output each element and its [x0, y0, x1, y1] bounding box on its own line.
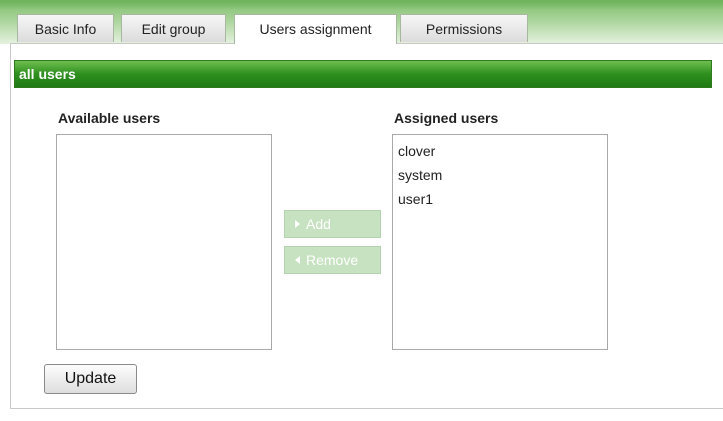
tab-edit-group[interactable]: Edit group [121, 14, 226, 42]
assigned-user-item[interactable]: user1 [397, 187, 603, 211]
assigned-user-item[interactable]: system [397, 163, 603, 187]
assigned-users-label: Assigned users [394, 110, 499, 126]
assigned-users-list[interactable]: clover system user1 [392, 134, 608, 350]
tab-permissions[interactable]: Permissions [400, 14, 528, 42]
section-header: all users [14, 60, 712, 88]
remove-button[interactable]: Remove [284, 246, 381, 274]
available-users-label: Available users [58, 110, 161, 126]
triangle-left-icon [295, 256, 300, 265]
add-button[interactable]: Add [284, 210, 381, 238]
triangle-right-icon [295, 220, 300, 229]
available-users-list[interactable] [56, 134, 272, 350]
remove-button-label: Remove [306, 252, 359, 268]
assigned-user-item[interactable]: clover [397, 139, 603, 163]
update-button[interactable]: Update [44, 364, 137, 394]
add-button-label: Add [306, 216, 331, 232]
tab-bar: Basic Info Edit group Users assignment P… [0, 0, 723, 44]
tab-basic-info[interactable]: Basic Info [17, 14, 114, 42]
tab-users-assignment[interactable]: Users assignment [234, 14, 397, 44]
